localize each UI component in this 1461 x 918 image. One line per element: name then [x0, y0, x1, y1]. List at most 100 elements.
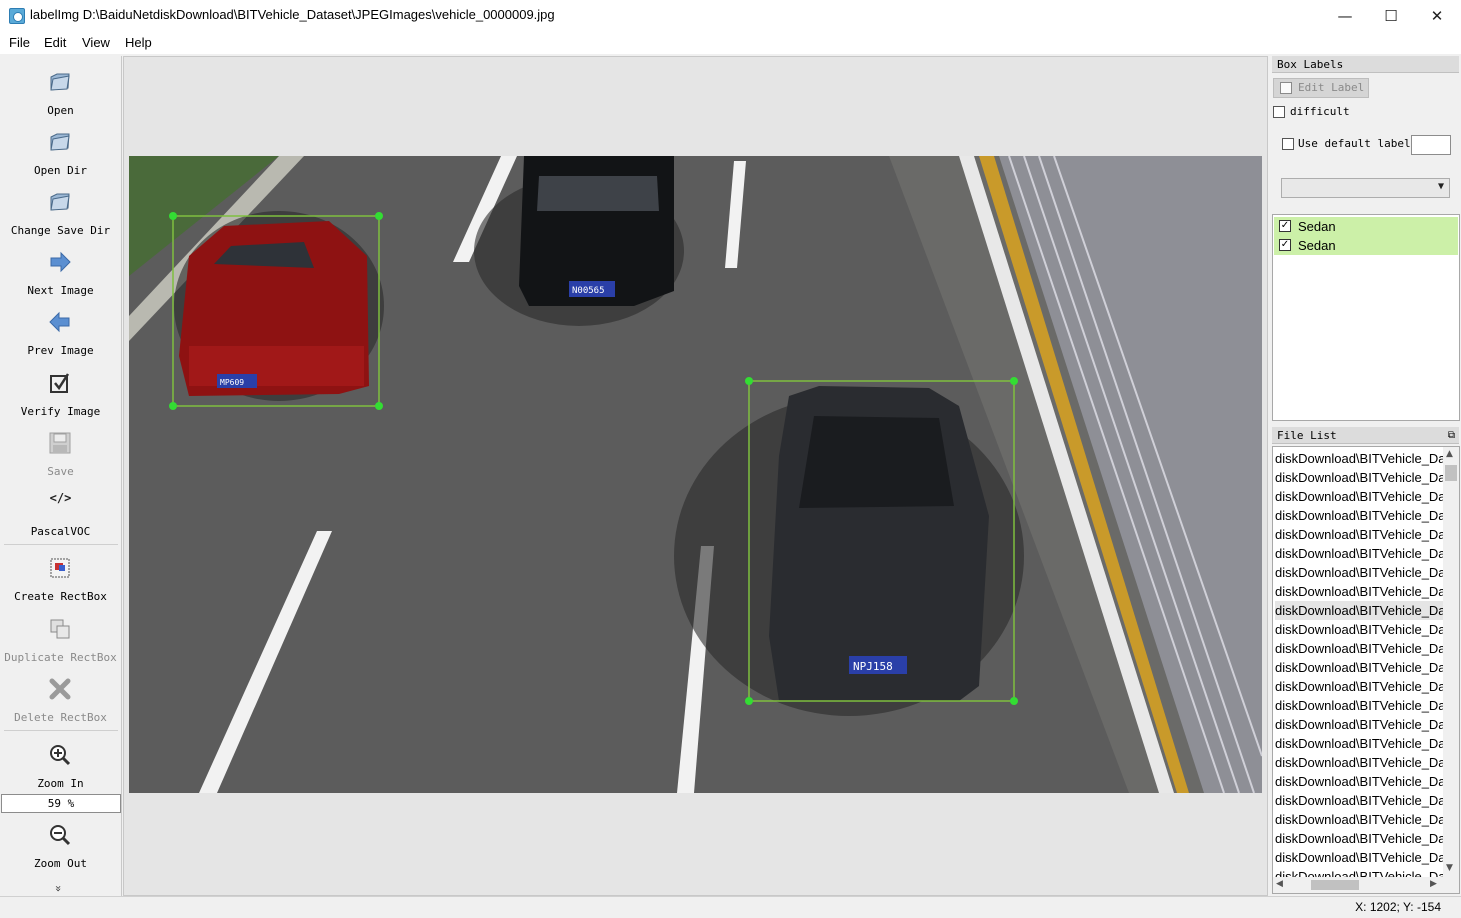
toolbar-overflow-icon[interactable]: »	[52, 885, 65, 892]
cursor-coordinates: X: 1202; Y: -154	[1355, 900, 1441, 914]
scroll-down-icon[interactable]: ▼	[1446, 863, 1453, 873]
folder-icon	[50, 133, 70, 151]
label-item[interactable]: ✓ Sedan	[1274, 217, 1458, 236]
file-list-item[interactable]: diskDownload\BITVehicle_Da	[1275, 601, 1444, 620]
edit-icon	[1280, 82, 1292, 94]
arrow-right-icon	[50, 251, 71, 273]
menu-edit[interactable]: Edit	[44, 32, 66, 50]
title-bar: labelImg D:\BaiduNetdiskDownload\BITVehi…	[0, 0, 1461, 32]
delete-rectbox-button[interactable]: Delete RectBox	[0, 667, 121, 727]
use-default-label-text: Use default label	[1298, 137, 1411, 150]
zoom-out-label: Zoom Out	[34, 857, 87, 870]
horizontal-scrollbar[interactable]: ◀ ▶	[1273, 877, 1459, 893]
open-dir-button[interactable]: Open Dir	[0, 120, 121, 180]
zoom-out-icon	[50, 825, 71, 846]
file-list[interactable]: diskDownload\BITVehicle_Da diskDownload\B…	[1272, 446, 1460, 894]
minimize-button[interactable]: —	[1322, 0, 1368, 32]
edit-label-button[interactable]: Edit Label	[1273, 78, 1369, 98]
dark-gray-sedan: NPJ158	[769, 386, 989, 701]
close-button[interactable]: ✕	[1414, 0, 1460, 32]
create-rectbox-label: Create RectBox	[14, 590, 107, 603]
use-default-label-checkbox[interactable]	[1282, 138, 1294, 150]
duplicate-rectbox-button[interactable]: Duplicate RectBox	[0, 607, 121, 667]
code-icon: </>	[49, 491, 72, 505]
file-list-item[interactable]: diskDownload\BITVehicle_Da	[1275, 506, 1444, 525]
label-item[interactable]: ✓ Sedan	[1274, 236, 1458, 255]
default-label-input[interactable]	[1411, 135, 1451, 155]
verify-image-button[interactable]: Verify Image	[0, 361, 121, 421]
file-list-item[interactable]: diskDownload\BITVehicle_Da	[1275, 525, 1444, 544]
right-panel: Box Labels Edit Label difficult Use defa…	[1271, 56, 1461, 896]
zoom-value-field[interactable]: 59 %	[1, 794, 121, 813]
black-sedan-top: N00565	[519, 156, 674, 306]
file-list-item[interactable]: diskDownload\BITVehicle_Da	[1275, 677, 1444, 696]
label-item-text: Sedan	[1298, 219, 1336, 234]
change-save-dir-label: Change Save Dir	[10, 224, 111, 237]
difficult-checkbox[interactable]	[1273, 106, 1285, 118]
scroll-right-icon[interactable]: ▶	[1430, 879, 1437, 889]
label-checkbox[interactable]: ✓	[1279, 220, 1291, 232]
label-combobox[interactable]: ▼	[1281, 178, 1450, 198]
arrow-left-icon	[49, 311, 70, 333]
file-list-item[interactable]: diskDownload\BITVehicle_Da	[1275, 639, 1444, 658]
scroll-up-icon[interactable]: ▲	[1446, 449, 1453, 459]
file-list-item[interactable]: diskDownload\BITVehicle_Da	[1275, 810, 1444, 829]
edit-label-text: Edit Label	[1298, 81, 1365, 94]
label-list[interactable]: ✓ Sedan ✓ Sedan	[1272, 214, 1460, 421]
floppy-icon	[49, 432, 71, 454]
file-list-item[interactable]: diskDownload\BITVehicle_Da	[1275, 544, 1444, 563]
delete-icon	[49, 678, 71, 700]
zoom-in-button[interactable]: Zoom In	[0, 733, 121, 793]
file-list-item[interactable]: diskDownload\BITVehicle_Da	[1275, 449, 1444, 468]
format-label: PascalVOC	[30, 525, 91, 538]
chevron-down-icon: ▼	[1437, 181, 1444, 192]
file-list-item[interactable]: diskDownload\BITVehicle_Da	[1275, 658, 1444, 677]
next-image-button[interactable]: Next Image	[0, 240, 121, 300]
file-list-item[interactable]: diskDownload\BITVehicle_Da	[1275, 848, 1444, 867]
plate-text: MP609	[220, 378, 244, 387]
file-list-item[interactable]: diskDownload\BITVehicle_Da	[1275, 772, 1444, 791]
maximize-button[interactable]: ☐	[1368, 0, 1414, 32]
format-button[interactable]: </> PascalVOC	[0, 481, 121, 541]
toolbar-divider	[4, 730, 118, 731]
open-label: Open	[47, 104, 74, 117]
open-dir-label: Open Dir	[34, 164, 87, 177]
file-list-item[interactable]: diskDownload\BITVehicle_Da	[1275, 753, 1444, 772]
save-label: Save	[47, 465, 74, 478]
create-box-icon	[50, 558, 70, 578]
file-list-item[interactable]: diskDownload\BITVehicle_Da	[1275, 620, 1444, 639]
vertical-scrollbar[interactable]: ▲ ▼	[1443, 447, 1459, 877]
menu-view[interactable]: View	[82, 32, 110, 50]
file-list-item[interactable]: diskDownload\BITVehicle_Da	[1275, 582, 1444, 601]
file-list-item[interactable]: diskDownload\BITVehicle_Da	[1275, 696, 1444, 715]
file-list-item[interactable]: diskDownload\BITVehicle_Da	[1275, 487, 1444, 506]
road-image[interactable]: MP609 N00565 NPJ158	[129, 156, 1262, 793]
canvas-area[interactable]: MP609 N00565 NPJ158	[123, 56, 1268, 896]
duplicate-icon	[50, 619, 70, 639]
toolbar: Open Open Dir Change Save Dir Next Image…	[0, 56, 122, 896]
folder-icon	[50, 73, 70, 91]
scroll-thumb[interactable]	[1311, 880, 1359, 890]
open-button[interactable]: Open	[0, 60, 121, 120]
float-dock-icon[interactable]: ⧉	[1448, 427, 1455, 444]
change-save-dir-button[interactable]: Change Save Dir	[0, 180, 121, 240]
file-list-item[interactable]: diskDownload\BITVehicle_Da	[1275, 715, 1444, 734]
scroll-left-icon[interactable]: ◀	[1276, 879, 1283, 889]
zoom-out-button[interactable]: Zoom Out	[0, 813, 121, 873]
scroll-thumb[interactable]	[1445, 465, 1457, 481]
app-icon	[9, 8, 25, 24]
label-item-text: Sedan	[1298, 238, 1336, 253]
menu-file[interactable]: File	[9, 32, 30, 50]
prev-image-button[interactable]: Prev Image	[0, 300, 121, 360]
file-list-item[interactable]: diskDownload\BITVehicle_Da	[1275, 829, 1444, 848]
box-labels-title: Box Labels	[1272, 56, 1459, 73]
file-list-item[interactable]: diskDownload\BITVehicle_Da	[1275, 563, 1444, 582]
plate-text: NPJ158	[853, 660, 893, 673]
file-list-item[interactable]: diskDownload\BITVehicle_Da	[1275, 734, 1444, 753]
save-button[interactable]: Save	[0, 421, 121, 481]
create-rectbox-button[interactable]: Create RectBox	[0, 546, 121, 606]
file-list-item[interactable]: diskDownload\BITVehicle_Da	[1275, 468, 1444, 487]
menu-help[interactable]: Help	[125, 32, 152, 50]
file-list-item[interactable]: diskDownload\BITVehicle_Da	[1275, 791, 1444, 810]
label-checkbox[interactable]: ✓	[1279, 239, 1291, 251]
